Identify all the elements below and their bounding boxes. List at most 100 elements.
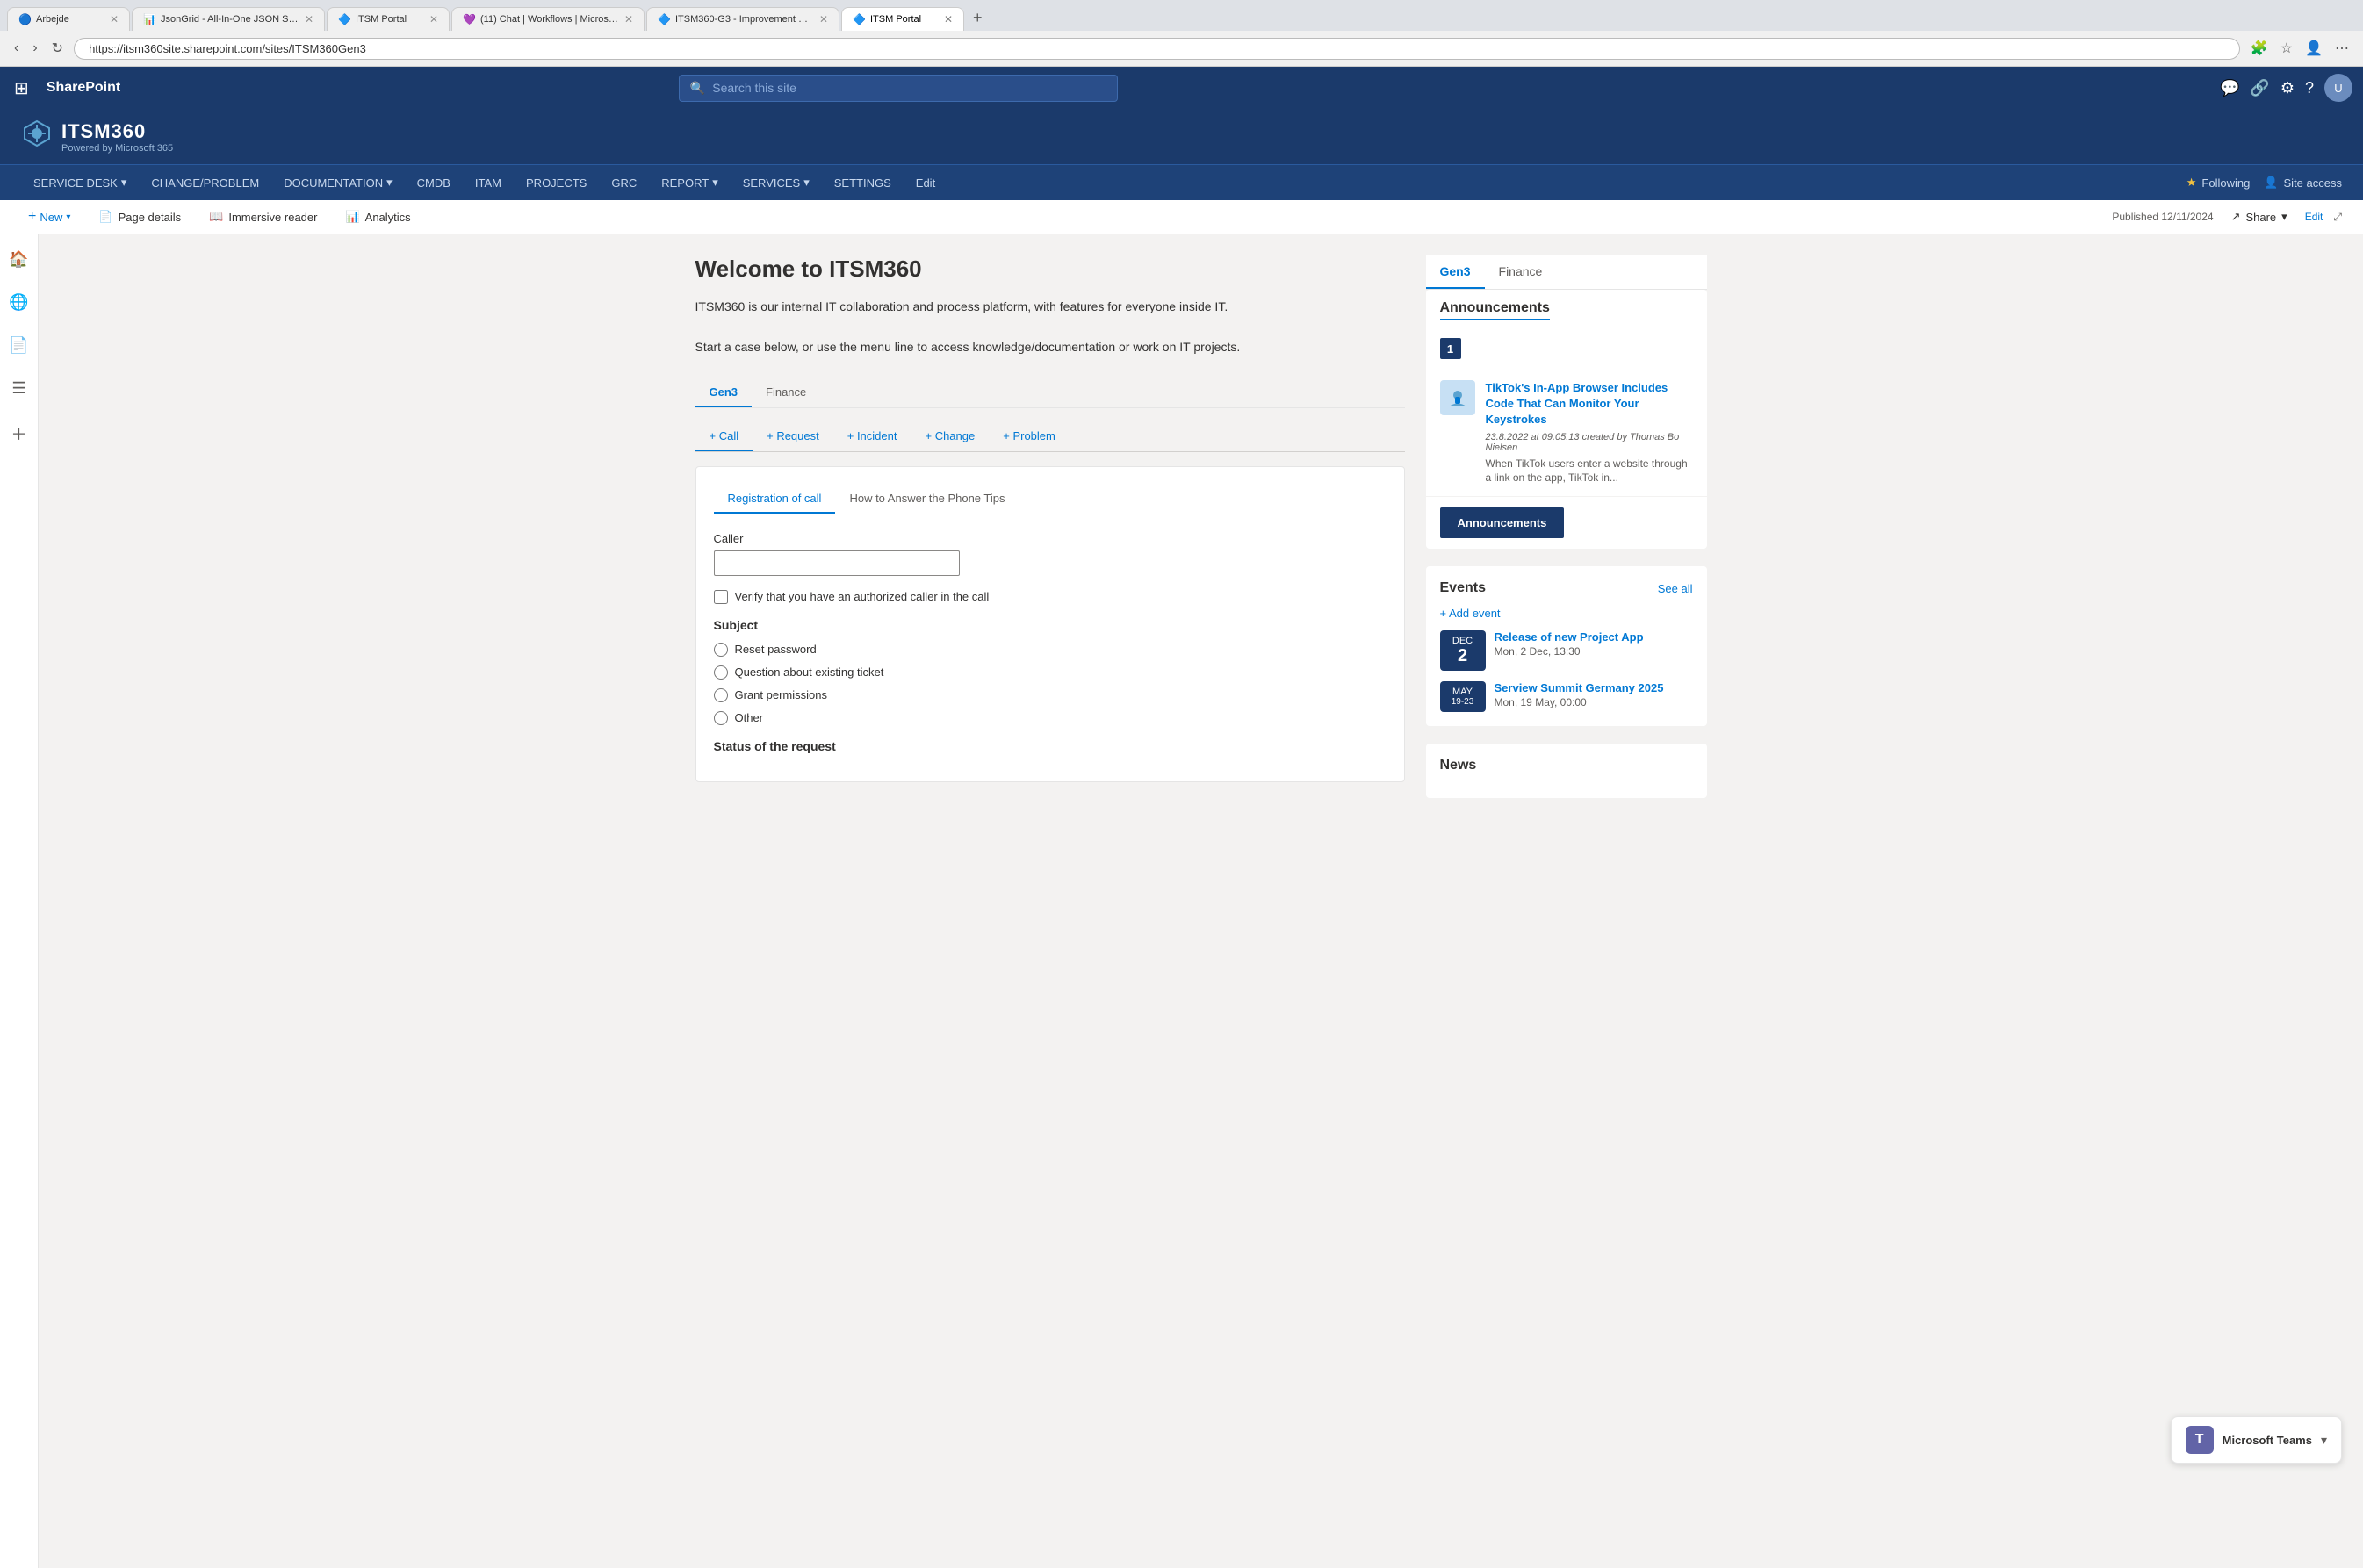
- following-button[interactable]: ★ Following: [2186, 176, 2251, 190]
- favorites-icon[interactable]: ☆: [2277, 38, 2296, 59]
- profile-icon[interactable]: 👤: [2302, 38, 2326, 59]
- add-event-button[interactable]: + Add event: [1440, 607, 1693, 620]
- browser-tab-5[interactable]: 🔷 ITSM360-G3 - Improvement Mar... ✕: [646, 7, 839, 31]
- caller-label: Caller: [714, 532, 1387, 545]
- nav-item-service-desk[interactable]: SERVICE DESK ▾: [21, 165, 139, 200]
- search-box[interactable]: 🔍: [679, 75, 1118, 102]
- search-input[interactable]: [712, 81, 1106, 95]
- new-tab-button[interactable]: +: [969, 5, 986, 31]
- tab-close-1[interactable]: ✕: [110, 13, 119, 25]
- ms-teams-label: Microsoft Teams: [2223, 1434, 2312, 1447]
- dropdown-icon-service-desk: ▾: [121, 176, 127, 190]
- announcement-excerpt: When TikTok users enter a website throug…: [1486, 457, 1693, 486]
- itsm-sub-name: Powered by Microsoft 365: [61, 143, 173, 154]
- tab-title-6: ITSM Portal: [870, 14, 939, 25]
- nav-item-grc[interactable]: GRC: [599, 166, 649, 200]
- form-tab-tips[interactable]: How to Answer the Phone Tips: [835, 485, 1019, 514]
- nav-item-edit[interactable]: Edit: [904, 166, 947, 200]
- site-access-button[interactable]: 👤 Site access: [2264, 176, 2342, 190]
- announcements-button[interactable]: Announcements: [1440, 507, 1565, 538]
- nav-item-services[interactable]: SERVICES ▾: [731, 165, 822, 200]
- announcement-title[interactable]: TikTok's In-App Browser Includes Code Th…: [1486, 380, 1693, 428]
- events-title: Events: [1440, 580, 1486, 596]
- nav-item-settings[interactable]: SETTINGS: [822, 166, 904, 200]
- tab-gen3[interactable]: Gen3: [695, 378, 753, 407]
- browser-tab-6[interactable]: 🔷 ITSM Portal ✕: [841, 7, 964, 31]
- tab-close-4[interactable]: ✕: [624, 13, 633, 25]
- settings-icon[interactable]: ⋯: [2331, 38, 2352, 59]
- extensions-icon[interactable]: 🧩: [2247, 38, 2272, 59]
- event-time-2: Mon, 19 May, 00:00: [1495, 696, 1664, 708]
- browser-tab-4[interactable]: 💜 (11) Chat | Workflows | Microsoft... ✕: [451, 7, 645, 31]
- nav-item-documentation[interactable]: DOCUMENTATION ▾: [271, 165, 404, 200]
- page-title: Welcome to ITSM360: [695, 255, 1405, 283]
- share-icon[interactable]: 🔗: [2250, 79, 2269, 97]
- form-tab-registration[interactable]: Registration of call: [714, 485, 836, 514]
- itsm-header: ITSM360 Powered by Microsoft 365: [0, 109, 2363, 164]
- refresh-button[interactable]: ↻: [48, 36, 67, 61]
- radio-grant-permissions-input[interactable]: [714, 688, 728, 702]
- add-icon[interactable]: ＋: [6, 417, 32, 450]
- new-button[interactable]: + New ▾: [21, 205, 77, 228]
- sharepoint-brand[interactable]: SharePoint: [47, 80, 120, 96]
- user-avatar[interactable]: U: [2324, 74, 2352, 102]
- event-title-1[interactable]: Release of new Project App: [1495, 630, 1644, 644]
- event-item-1: DEC 2 Release of new Project App Mon, 2 …: [1440, 630, 1644, 671]
- help-icon[interactable]: ?: [2305, 79, 2314, 97]
- analytics-button[interactable]: 📊 Analytics: [338, 206, 417, 227]
- list-icon[interactable]: ☰: [6, 374, 31, 403]
- expand-icon[interactable]: ⤢: [2333, 211, 2342, 224]
- nav-item-cmdb[interactable]: CMDB: [405, 166, 463, 200]
- itsm-logo[interactable]: ITSM360 Powered by Microsoft 365: [21, 118, 2342, 164]
- action-tab-incident[interactable]: + Incident: [833, 422, 911, 451]
- nav-item-report[interactable]: REPORT ▾: [649, 165, 730, 200]
- action-tab-call[interactable]: + Call: [695, 422, 753, 451]
- browser-tab-1[interactable]: 🔵 Arbejde ✕: [7, 7, 130, 31]
- waffle-icon[interactable]: ⊞: [11, 74, 32, 103]
- radio-existing-ticket-input[interactable]: [714, 665, 728, 680]
- nav-item-change-problem[interactable]: CHANGE/PROBLEM: [139, 166, 271, 200]
- nav-item-itam[interactable]: ITAM: [463, 166, 514, 200]
- event-title-2[interactable]: Serview Summit Germany 2025: [1495, 681, 1664, 694]
- home-icon[interactable]: 🏠: [4, 245, 33, 274]
- action-tab-request[interactable]: + Request: [753, 422, 833, 451]
- tab-close-5[interactable]: ✕: [819, 13, 828, 25]
- address-bar[interactable]: https://itsm360site.sharepoint.com/sites…: [74, 38, 2240, 60]
- globe-icon[interactable]: 🌐: [4, 288, 33, 317]
- sp-topbar: ⊞ SharePoint 🔍 💬 🔗 ⚙ ? U: [0, 67, 2363, 109]
- tab-close-2[interactable]: ✕: [305, 13, 313, 25]
- itsm-main-name: ITSM360: [61, 120, 173, 143]
- ms-teams-widget[interactable]: T Microsoft Teams ▾: [2171, 1416, 2342, 1464]
- news-section: News: [1426, 744, 1707, 798]
- action-tab-problem[interactable]: + Problem: [989, 422, 1070, 451]
- edit-button[interactable]: Edit: [2305, 211, 2323, 223]
- content-right: Gen3 Finance Announcements 1: [1426, 255, 1707, 798]
- left-sidebar: 🏠 🌐 📄 ☰ ＋: [0, 234, 39, 1568]
- immersive-reader-button[interactable]: 📖 Immersive reader: [202, 206, 324, 227]
- document-icon[interactable]: 📄: [4, 331, 33, 360]
- forward-button[interactable]: ›: [29, 37, 40, 60]
- browser-tab-2[interactable]: 📊 JsonGrid - All-In-One JSON Solu... ✕: [132, 7, 325, 31]
- right-tab-finance[interactable]: Finance: [1485, 255, 1557, 289]
- browser-tab-3[interactable]: 🔷 ITSM Portal ✕: [327, 7, 450, 31]
- nav-item-projects[interactable]: PROJECTS: [514, 166, 599, 200]
- action-tab-change[interactable]: + Change: [911, 422, 989, 451]
- following-label: Following: [2201, 176, 2250, 190]
- subject-label: Subject: [714, 618, 1387, 632]
- page-description-1: ITSM360 is our internal IT collaboration…: [695, 297, 1405, 316]
- share-button[interactable]: ↗ Share ▾: [2224, 206, 2295, 227]
- radio-other-input[interactable]: [714, 711, 728, 725]
- chat-icon[interactable]: 💬: [2220, 79, 2239, 97]
- right-tab-gen3[interactable]: Gen3: [1426, 255, 1485, 289]
- verify-checkbox[interactable]: [714, 590, 728, 604]
- radio-reset-password-input[interactable]: [714, 643, 728, 657]
- caller-input[interactable]: [714, 550, 960, 576]
- news-title: News: [1440, 758, 1693, 773]
- back-button[interactable]: ‹: [11, 37, 22, 60]
- events-see-all[interactable]: See all: [1658, 582, 1693, 595]
- page-details-button[interactable]: 📄 Page details: [91, 206, 188, 227]
- tab-close-6[interactable]: ✕: [944, 13, 953, 25]
- tab-finance[interactable]: Finance: [752, 378, 820, 407]
- tab-close-3[interactable]: ✕: [429, 13, 438, 25]
- settings-icon[interactable]: ⚙: [2280, 79, 2295, 97]
